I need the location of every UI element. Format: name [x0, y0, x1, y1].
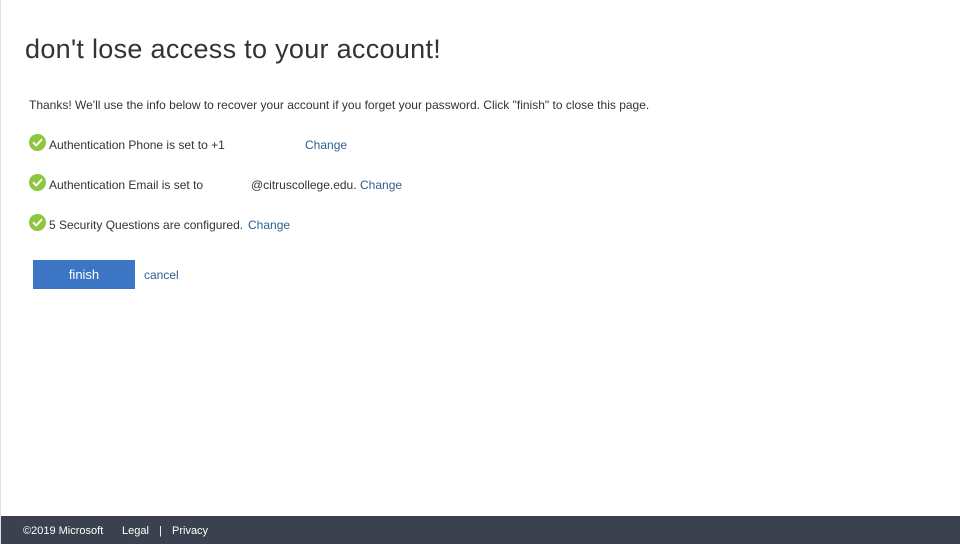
footer-separator: |	[159, 525, 162, 537]
change-email-link[interactable]: Change	[360, 178, 402, 192]
intro-text: Thanks! We'll use the info below to reco…	[29, 98, 650, 112]
account-recovery-page: don't lose access to your account! Thank…	[0, 0, 960, 544]
check-circle-icon	[29, 174, 46, 191]
phone-status-text: Authentication Phone is set to +1	[49, 138, 225, 152]
change-phone-link[interactable]: Change	[305, 138, 347, 152]
check-circle-icon	[29, 214, 46, 231]
footer-copyright: ©2019 Microsoft	[23, 525, 104, 537]
cancel-link[interactable]: cancel	[144, 268, 179, 282]
page-title: don't lose access to your account!	[25, 34, 442, 64]
email-status-text: Authentication Email is set to	[49, 178, 204, 192]
security-questions-status-text: 5 Security Questions are configured.	[49, 218, 244, 232]
email-domain-text: @citruscollege.edu.	[251, 178, 357, 192]
footer: ©2019 Microsoft Legal | Privacy	[1, 516, 960, 544]
footer-privacy-link[interactable]: Privacy	[172, 525, 208, 537]
footer-legal-link[interactable]: Legal	[122, 525, 149, 537]
check-circle-icon	[29, 134, 46, 151]
finish-button[interactable]: finish	[33, 260, 135, 289]
change-security-questions-link[interactable]: Change	[248, 218, 290, 232]
